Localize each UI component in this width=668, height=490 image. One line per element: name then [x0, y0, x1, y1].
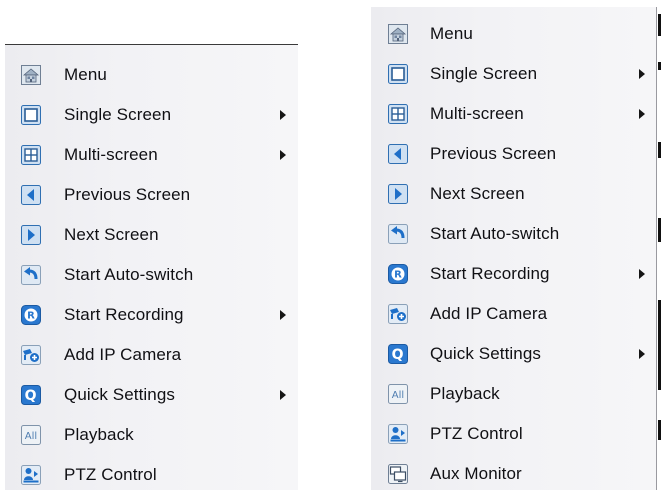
menu-list-left: Menu Single Screen Multi-screen Previous Sc…	[5, 55, 298, 490]
single-screen-icon	[21, 105, 41, 125]
menu-item-playback[interactable]: All Playback	[5, 415, 298, 455]
menu-item-aux-monitor[interactable]: Aux Monitor	[371, 454, 656, 490]
menu-item-label: Menu	[64, 65, 107, 84]
menu-item-label: Multi-screen	[430, 104, 524, 123]
menu-item-single-screen[interactable]: Single Screen	[5, 95, 298, 135]
menu-item-quick-settings[interactable]: Q Quick Settings	[5, 375, 298, 415]
menu-item-single-screen[interactable]: Single Screen	[371, 54, 656, 94]
menu-item-start-recording[interactable]: R Start Recording	[371, 254, 656, 294]
menu-item-label: PTZ Control	[64, 465, 157, 484]
menu-item-label: Start Auto-switch	[64, 265, 194, 284]
menu-item-label: Single Screen	[430, 64, 538, 83]
menu-item-add-ip-camera[interactable]: Add IP Camera	[371, 294, 656, 334]
menu-item-start-auto-switch[interactable]: Start Auto-switch	[5, 255, 298, 295]
ptz-control-icon	[388, 424, 408, 444]
menu-item-label: Menu	[430, 24, 473, 43]
menu-item-label: Next Screen	[64, 225, 159, 244]
next-screen-icon	[21, 225, 41, 245]
menu-item-label: Aux Monitor	[430, 464, 522, 483]
menu-item-playback[interactable]: All Playback	[371, 374, 656, 414]
submenu-arrow-icon	[280, 310, 286, 320]
screenshot-canvas: Menu Single Screen Multi-screen Previous Sc…	[0, 0, 668, 490]
background-edge-mark	[658, 218, 661, 242]
background-edge-mark	[658, 142, 661, 158]
menu-home-icon	[21, 65, 41, 85]
background-edge-mark	[658, 300, 661, 390]
quick-settings-icon: Q	[388, 344, 408, 364]
svg-text:Q: Q	[25, 388, 37, 404]
menu-item-next-screen[interactable]: Next Screen	[371, 174, 656, 214]
menu-item-start-auto-switch[interactable]: Start Auto-switch	[371, 214, 656, 254]
previous-screen-icon	[21, 185, 41, 205]
menu-item-previous-screen[interactable]: Previous Screen	[5, 175, 298, 215]
recording-icon: R	[388, 264, 408, 284]
menu-item-ptz-control[interactable]: PTZ Control	[371, 414, 656, 454]
submenu-arrow-icon	[639, 269, 645, 279]
auto-switch-icon	[388, 224, 408, 244]
previous-screen-icon	[388, 144, 408, 164]
menu-list-right: Menu Single Screen Multi-screen Previous Sc…	[371, 14, 656, 490]
menu-item-label: Quick Settings	[64, 385, 176, 404]
svg-text:R: R	[27, 311, 35, 322]
submenu-arrow-icon	[639, 109, 645, 119]
submenu-arrow-icon	[280, 150, 286, 160]
menu-item-add-ip-camera[interactable]: Add IP Camera	[5, 335, 298, 375]
single-screen-icon	[388, 64, 408, 84]
add-ip-camera-icon	[388, 304, 408, 324]
svg-text:All: All	[392, 390, 404, 401]
menu-item-label: Add IP Camera	[430, 304, 548, 323]
svg-text:All: All	[25, 431, 37, 442]
menu-item-multi-screen[interactable]: Multi-screen	[371, 94, 656, 134]
multi-screen-icon	[21, 145, 41, 165]
menu-item-label: Next Screen	[430, 184, 525, 203]
playback-icon: All	[21, 425, 41, 445]
menu-item-label: Multi-screen	[64, 145, 158, 164]
add-ip-camera-icon	[21, 345, 41, 365]
menu-item-ptz-control[interactable]: PTZ Control	[5, 455, 298, 490]
background-edge-mark	[658, 420, 661, 440]
auto-switch-icon	[21, 265, 41, 285]
submenu-arrow-icon	[639, 349, 645, 359]
background-edge-mark	[658, 62, 661, 70]
menu-item-label: Playback	[430, 384, 500, 403]
menu-home-icon	[388, 24, 408, 44]
menu-item-quick-settings[interactable]: Q Quick Settings	[371, 334, 656, 374]
recording-icon: R	[21, 305, 41, 325]
menu-item-label: Previous Screen	[64, 185, 191, 204]
playback-icon: All	[388, 384, 408, 404]
svg-text:Q: Q	[392, 347, 404, 363]
menu-item-label: Start Auto-switch	[430, 224, 560, 243]
svg-text:R: R	[394, 270, 402, 281]
menu-item-menu[interactable]: Menu	[371, 14, 656, 54]
menu-item-start-recording[interactable]: R Start Recording	[5, 295, 298, 335]
menu-item-next-screen[interactable]: Next Screen	[5, 215, 298, 255]
context-menu-right: Menu Single Screen Multi-screen Previous Sc…	[371, 7, 657, 490]
menu-item-multi-screen[interactable]: Multi-screen	[5, 135, 298, 175]
menu-item-label: Playback	[64, 425, 134, 444]
menu-item-label: Previous Screen	[430, 144, 557, 163]
menu-item-menu[interactable]: Menu	[5, 55, 298, 95]
quick-settings-icon: Q	[21, 385, 41, 405]
menu-item-label: Add IP Camera	[64, 345, 182, 364]
ptz-control-icon	[21, 465, 41, 485]
menu-item-label: Start Recording	[430, 264, 550, 283]
aux-monitor-icon	[388, 464, 408, 484]
menu-item-label: Start Recording	[64, 305, 184, 324]
next-screen-icon	[388, 184, 408, 204]
submenu-arrow-icon	[639, 69, 645, 79]
submenu-arrow-icon	[280, 110, 286, 120]
background-edge-mark	[658, 14, 661, 36]
menu-item-previous-screen[interactable]: Previous Screen	[371, 134, 656, 174]
menu-item-label: PTZ Control	[430, 424, 523, 443]
menu-item-label: Quick Settings	[430, 344, 542, 363]
submenu-arrow-icon	[280, 390, 286, 400]
context-menu-left: Menu Single Screen Multi-screen Previous Sc…	[5, 44, 298, 490]
menu-item-label: Single Screen	[64, 105, 172, 124]
multi-screen-icon	[388, 104, 408, 124]
